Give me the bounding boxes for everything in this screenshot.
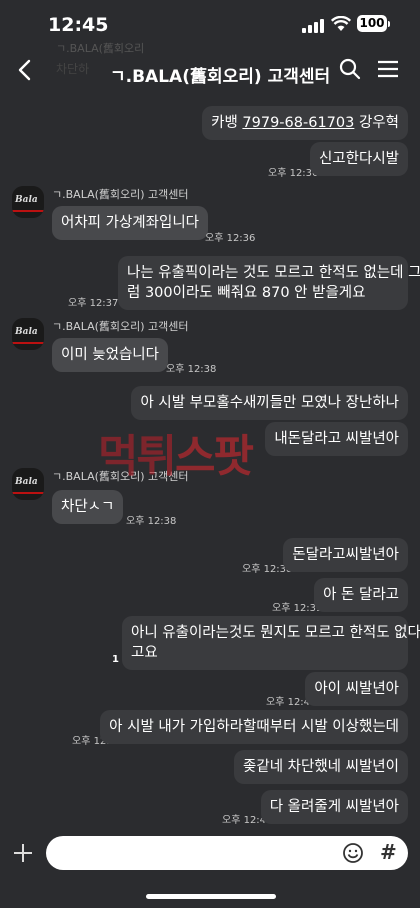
home-indicator xyxy=(146,894,276,899)
message-bubble[interactable]: 이미 늦었습니다 xyxy=(52,338,168,372)
emoji-icon[interactable] xyxy=(342,842,364,864)
battery-tip xyxy=(388,21,390,27)
avatar[interactable]: Bala xyxy=(12,318,44,350)
message-bubble[interactable]: 아 시발 부모홀수새끼들만 모였나 장난하나 xyxy=(131,386,408,420)
message-bubble[interactable]: 아니 유출이라는것도 뭔지도 모르고 한적도 없다 고요 xyxy=(122,616,420,670)
message-bubble[interactable]: 돈달라고씨발년아 xyxy=(283,538,408,572)
search-icon[interactable] xyxy=(338,57,362,81)
status-time: 12:45 xyxy=(48,14,109,36)
message-time: 오후 12:38 xyxy=(166,364,217,375)
message-bubble[interactable]: 나는 유출픽이라는 것도 모르고 한적도 없는데 그 럼 300이라도 빼줘요 … xyxy=(118,256,420,310)
message-bubble[interactable]: 어차피 가상계좌입니다 xyxy=(52,206,209,240)
avatar[interactable]: Bala xyxy=(12,186,44,218)
message-time: 오후 12:38 xyxy=(126,516,177,527)
avatar[interactable]: Bala xyxy=(12,468,44,500)
battery-icon: 100 xyxy=(357,15,387,32)
message-composer: # xyxy=(0,832,420,908)
message-bubble[interactable]: 신고한다시발 xyxy=(309,142,408,176)
message-bubble[interactable]: 다 올려줄게 씨발년아 xyxy=(260,790,408,824)
message-bubble[interactable]: 아이 씨발년아 xyxy=(305,672,408,706)
message-bubble[interactable]: 내돈달라고 씨발년아 xyxy=(265,422,408,456)
ghost-sender: ㄱ.BALA(舊회오리 xyxy=(56,42,145,55)
message-bubble[interactable]: 아 시발 내가 가입하라할때부터 시발 이상했는데 xyxy=(100,710,408,744)
sender-name: ㄱ.BALA(舊회오리) 고객센터 xyxy=(52,320,189,333)
sender-name: ㄱ.BALA(舊회오리) 고객센터 xyxy=(52,188,189,201)
account-link[interactable]: 7979-68-61703 xyxy=(242,115,354,131)
chat-header: ㄱ.BALA(舊회오리 차단하 ㄱ.BALA(舊회오리) 고객센터 xyxy=(0,42,420,96)
message-time: 오후 12:37 xyxy=(68,298,119,309)
message-bubble[interactable]: 차단ㅅㄱ xyxy=(52,490,124,524)
message-bubble[interactable]: 좆같네 차단했네 씨발년이 xyxy=(234,750,408,784)
chat-title: ㄱ.BALA(舊회오리) 고객센터 xyxy=(110,67,331,87)
message-time: 오후 12:36 xyxy=(205,233,256,244)
signal-icon xyxy=(302,19,326,33)
watermark: 먹튀스팟 xyxy=(98,431,254,482)
unread-count: 1 xyxy=(112,654,119,665)
back-arrow-icon[interactable] xyxy=(12,56,40,84)
plus-icon[interactable] xyxy=(12,842,34,864)
message-bubble[interactable]: 카뱅 7979-68-61703 강우혁 xyxy=(202,106,408,140)
message-input[interactable]: # xyxy=(46,836,408,870)
menu-icon[interactable] xyxy=(376,57,400,81)
wifi-icon xyxy=(331,16,351,31)
ghost-text: 차단하 xyxy=(56,62,90,76)
hash-icon[interactable]: # xyxy=(380,840,397,864)
message-bubble[interactable]: 아 돈 달라고 xyxy=(314,578,408,612)
